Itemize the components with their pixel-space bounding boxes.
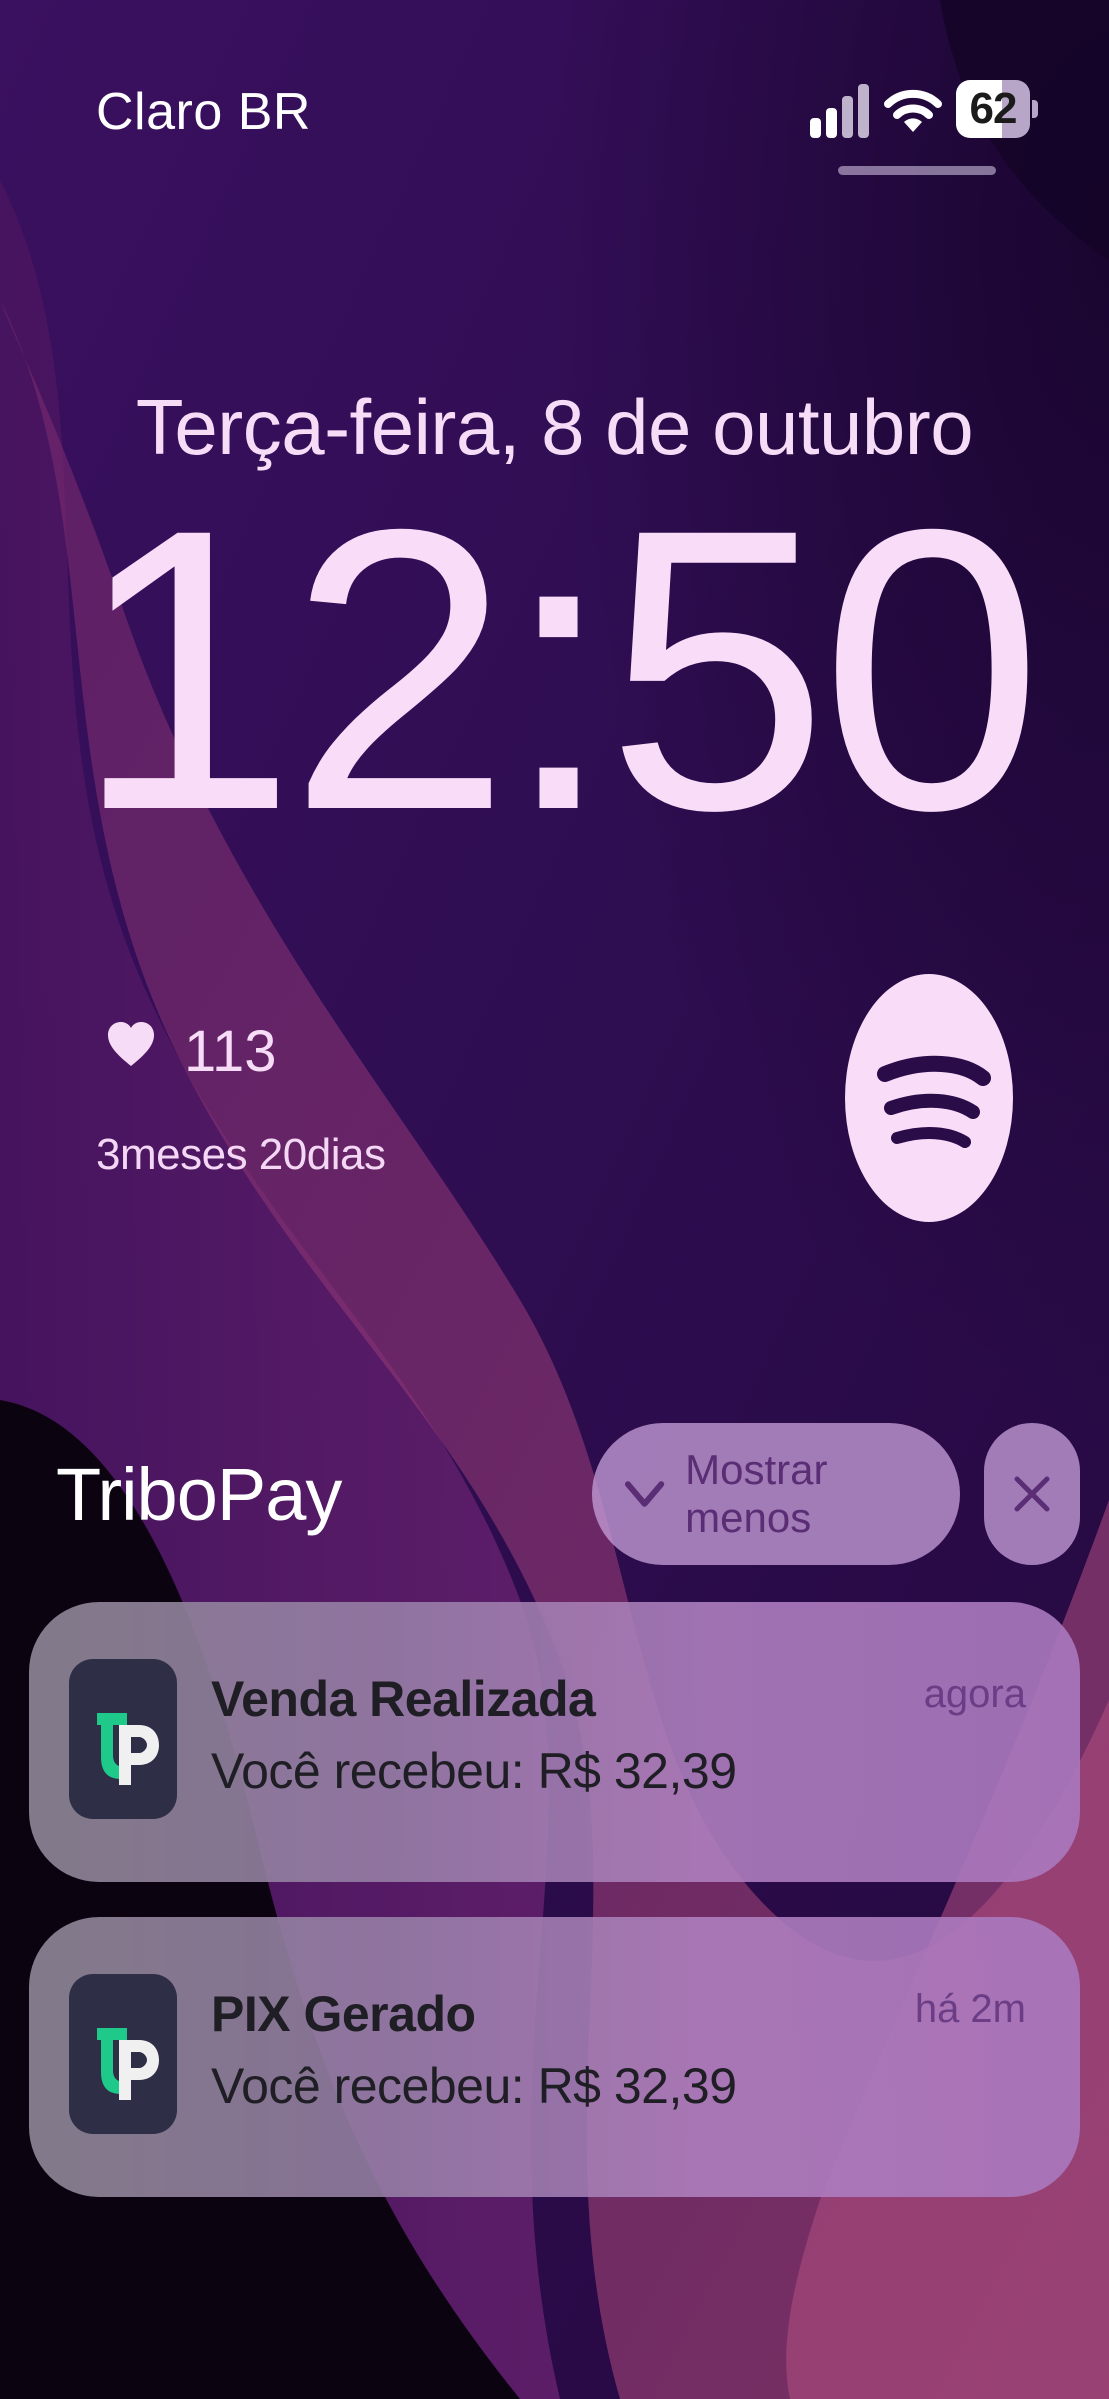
notification-group-title: TriboPay <box>56 1453 342 1536</box>
notification-title: PIX Gerado <box>211 1986 476 2042</box>
notification-body: Você recebeu: R$ 32,39 <box>211 1743 737 1799</box>
control-center-indicator[interactable] <box>838 166 996 175</box>
lock-screen-time: 12:50 <box>74 446 1043 893</box>
close-icon <box>1014 1476 1050 1512</box>
heart-count: 113 <box>184 1019 277 1084</box>
tribopay-app-icon <box>69 1974 177 2134</box>
clear-notifications-button[interactable] <box>984 1423 1080 1565</box>
notification-time: agora <box>923 1672 1026 1716</box>
tribopay-app-icon <box>69 1659 177 1819</box>
spotify-icon[interactable] <box>845 974 1013 1222</box>
battery-nub <box>1032 100 1038 118</box>
notification-title: Venda Realizada <box>211 1671 596 1727</box>
show-less-label: Mostrar menos <box>685 1446 828 1541</box>
notification-time: há 2m <box>914 1987 1026 2031</box>
notification-card[interactable]: PIX Gerado Você recebeu: R$ 32,39 há 2m <box>29 1917 1080 2197</box>
wifi-icon <box>884 89 942 132</box>
battery-level: 62 <box>969 84 1018 133</box>
carrier-name: Claro BR <box>96 83 311 141</box>
notification-body: Você recebeu: R$ 32,39 <box>211 2058 737 2114</box>
relationship-duration: 3meses 20dias <box>96 1130 386 1179</box>
show-less-button[interactable]: Mostrar menos <box>592 1423 960 1565</box>
chevron-down-icon <box>624 1481 665 1507</box>
heart-icon <box>108 1022 154 1066</box>
cellular-signal-icon <box>810 82 870 138</box>
notification-card[interactable]: Venda Realizada Você recebeu: R$ 32,39 a… <box>29 1602 1080 1882</box>
battery-icon: 62 <box>956 80 1030 138</box>
